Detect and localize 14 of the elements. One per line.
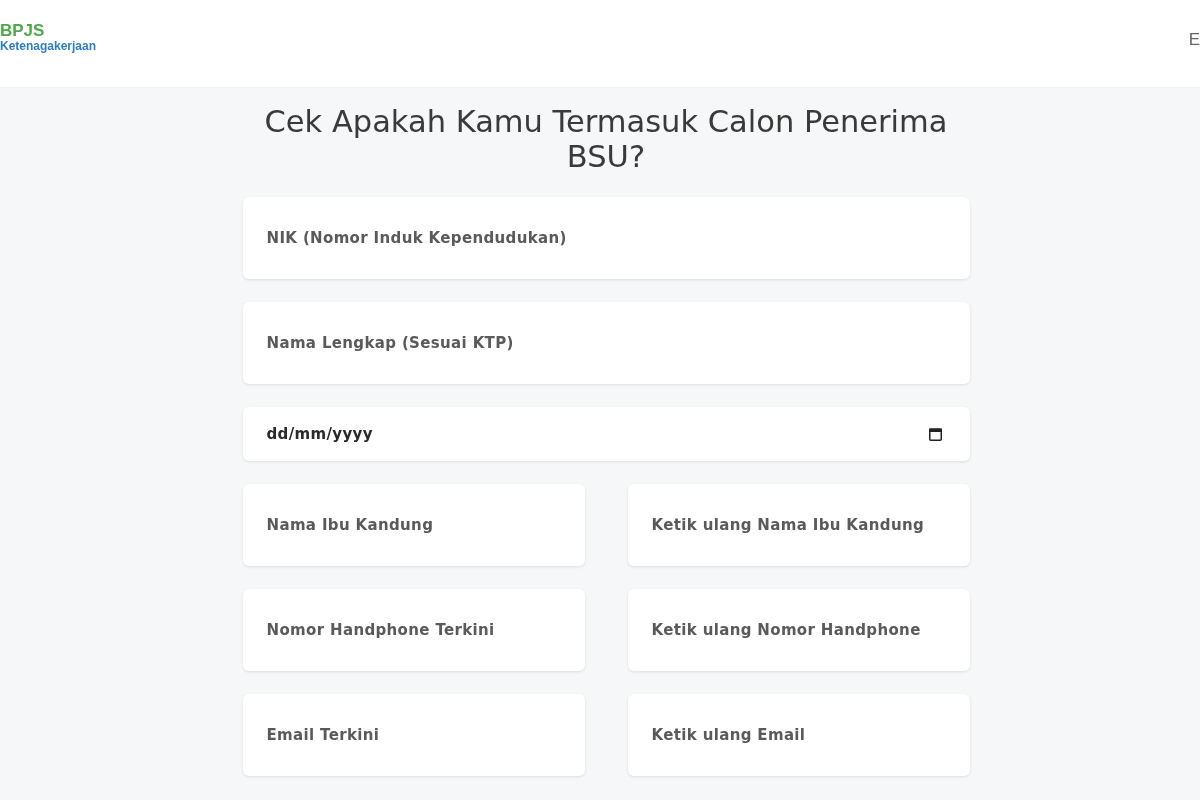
text-input-field[interactable]: Ketik ulang Email [627, 694, 970, 776]
text-input-field[interactable]: Email Terkini [242, 694, 585, 776]
logo-subtitle: Ketenagakerjaan [0, 38, 97, 53]
nav-link[interactable]: E [1188, 29, 1200, 50]
logo-title: BPJS [0, 22, 46, 39]
text-input-field[interactable]: Nama Ibu Kandung [242, 484, 585, 566]
form-title: Cek Apakah Kamu Termasuk Calon Penerima BSU? [263, 104, 949, 174]
text-input-field[interactable]: NIK (Nomor Induk Kependudukan) [242, 197, 970, 279]
text-input-field[interactable]: Ketik ulang Nama Ibu Kandung [627, 484, 970, 566]
date-input-field[interactable]: dd/mm/yyyy [242, 407, 970, 461]
text-input-field[interactable]: Ketik ulang Nomor Handphone [627, 589, 970, 671]
calendar-icon[interactable] [928, 428, 942, 441]
text-input-field[interactable]: Nama Lengkap (Sesuai KTP) [242, 302, 970, 384]
text-input-field[interactable]: Nomor Handphone Terkini [242, 589, 585, 671]
